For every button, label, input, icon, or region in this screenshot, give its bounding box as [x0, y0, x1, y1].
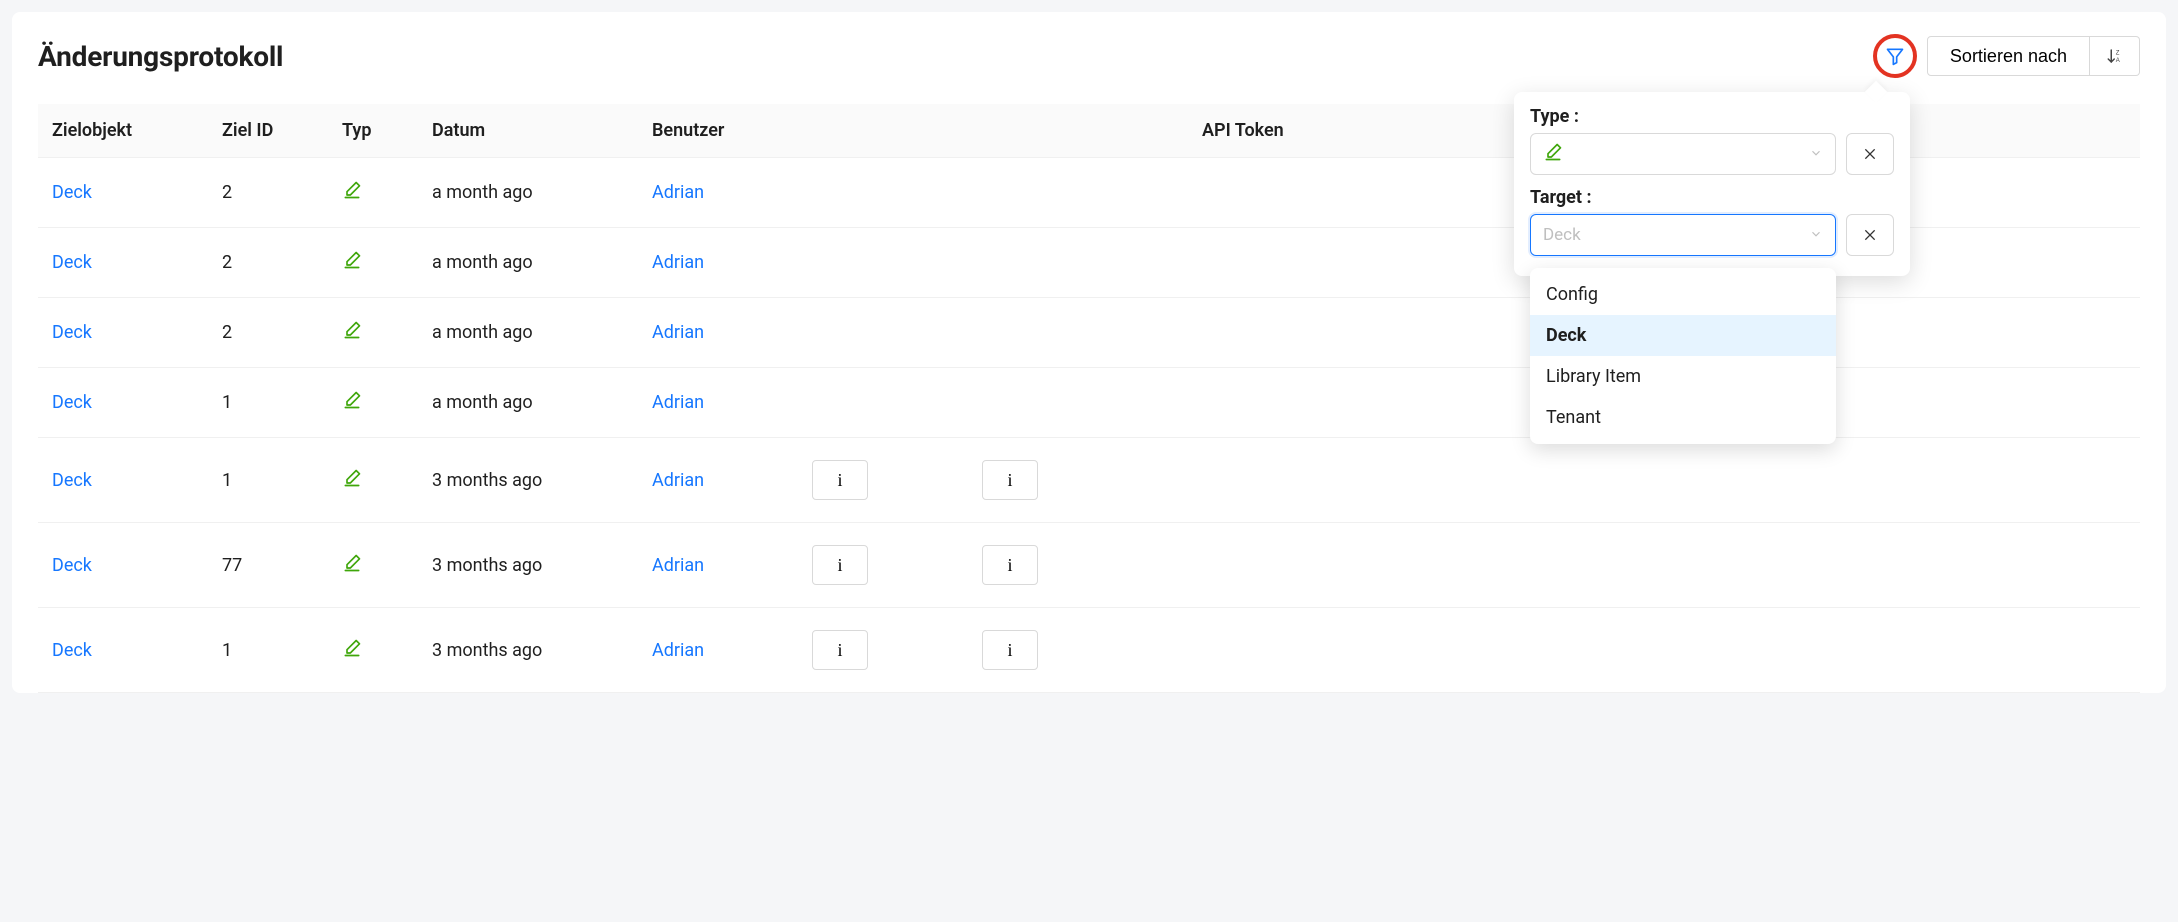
edit-icon: [342, 250, 362, 270]
target-link[interactable]: Deck: [52, 392, 92, 413]
info-button[interactable]: i: [982, 545, 1038, 585]
close-icon: [1862, 227, 1878, 243]
info-button[interactable]: i: [812, 460, 868, 500]
close-icon: [1862, 146, 1878, 162]
filter-target-label: Target :: [1530, 187, 1894, 208]
panel-header: Änderungsprotokoll Sortieren nach Z A: [38, 34, 2140, 78]
type-cell: [328, 228, 418, 298]
chevron-down-icon: [1809, 226, 1823, 245]
type-cell: [328, 298, 418, 368]
target-id-cell: 2: [208, 158, 328, 228]
page-title: Änderungsprotokoll: [38, 40, 283, 73]
dropdown-option[interactable]: Tenant: [1530, 397, 1836, 438]
filter-type-label: Type :: [1530, 106, 1894, 127]
target-id-cell: 1: [208, 368, 328, 438]
edit-icon: [1543, 142, 1563, 162]
api-token-cell: [1188, 438, 2140, 523]
user-link[interactable]: Adrian: [652, 252, 704, 273]
target-link[interactable]: Deck: [52, 322, 92, 343]
type-cell: [328, 368, 418, 438]
user-link[interactable]: Adrian: [652, 322, 704, 343]
type-cell: [328, 158, 418, 228]
clear-type-button[interactable]: [1846, 133, 1894, 175]
target-id-cell: 1: [208, 438, 328, 523]
date-cell: a month ago: [418, 298, 638, 368]
table-row: Deck 77 3 months ago Adrian i i: [38, 523, 2140, 608]
changelog-panel: Änderungsprotokoll Sortieren nach Z A Zi: [12, 12, 2166, 693]
clear-target-button[interactable]: [1846, 214, 1894, 256]
info-button[interactable]: i: [982, 630, 1038, 670]
dropdown-option[interactable]: Config: [1530, 274, 1836, 315]
type-cell: [328, 608, 418, 693]
api-token-cell: [1188, 608, 2140, 693]
info-button[interactable]: i: [812, 630, 868, 670]
target-select[interactable]: Deck: [1530, 214, 1836, 256]
date-cell: 3 months ago: [418, 438, 638, 523]
target-link[interactable]: Deck: [52, 252, 92, 273]
date-cell: 3 months ago: [418, 608, 638, 693]
col-info2: [968, 104, 1188, 158]
target-id-cell: 1: [208, 608, 328, 693]
edit-icon: [342, 180, 362, 200]
col-date: Datum: [418, 104, 638, 158]
target-select-placeholder: Deck: [1543, 225, 1581, 245]
api-token-cell: [1188, 523, 2140, 608]
col-target-id: Ziel ID: [208, 104, 328, 158]
col-info1: [798, 104, 968, 158]
target-link[interactable]: Deck: [52, 640, 92, 661]
edit-icon: [342, 553, 362, 573]
date-cell: a month ago: [418, 368, 638, 438]
table-row: Deck 1 3 months ago Adrian i i: [38, 608, 2140, 693]
filter-popup: Type : Target : Deck: [1514, 92, 1910, 276]
user-link[interactable]: Adrian: [652, 640, 704, 661]
dropdown-option[interactable]: Library Item: [1530, 356, 1836, 397]
info-button[interactable]: i: [982, 460, 1038, 500]
table-row: Deck 1 3 months ago Adrian i i: [38, 438, 2140, 523]
type-select-value: [1543, 142, 1563, 166]
edit-icon: [342, 390, 362, 410]
edit-icon: [342, 638, 362, 658]
filter-target-row: Deck: [1530, 214, 1894, 256]
filter-button[interactable]: [1873, 34, 1917, 78]
date-cell: a month ago: [418, 228, 638, 298]
sort-desc-icon: Z A: [2106, 47, 2124, 65]
col-user: Benutzer: [638, 104, 798, 158]
header-actions: Sortieren nach Z A: [1873, 34, 2140, 78]
date-cell: 3 months ago: [418, 523, 638, 608]
target-id-cell: 2: [208, 298, 328, 368]
chevron-down-icon: [1809, 145, 1823, 164]
target-id-cell: 77: [208, 523, 328, 608]
type-cell: [328, 523, 418, 608]
type-select[interactable]: [1530, 133, 1836, 175]
target-dropdown: ConfigDeckLibrary ItemTenant: [1530, 268, 1836, 444]
svg-text:A: A: [2115, 58, 2119, 64]
dropdown-option[interactable]: Deck: [1530, 315, 1836, 356]
type-cell: [328, 438, 418, 523]
info-button[interactable]: i: [812, 545, 868, 585]
user-link[interactable]: Adrian: [652, 555, 704, 576]
edit-icon: [342, 468, 362, 488]
target-id-cell: 2: [208, 228, 328, 298]
user-link[interactable]: Adrian: [652, 182, 704, 203]
filter-icon: [1885, 46, 1905, 66]
target-link[interactable]: Deck: [52, 182, 92, 203]
filter-type-row: [1530, 133, 1894, 175]
user-link[interactable]: Adrian: [652, 392, 704, 413]
date-cell: a month ago: [418, 158, 638, 228]
target-link[interactable]: Deck: [52, 470, 92, 491]
sort-direction-button[interactable]: Z A: [2090, 36, 2140, 76]
user-link[interactable]: Adrian: [652, 470, 704, 491]
sort-button[interactable]: Sortieren nach: [1927, 36, 2090, 76]
svg-text:Z: Z: [2115, 51, 2119, 57]
edit-icon: [342, 320, 362, 340]
target-link[interactable]: Deck: [52, 555, 92, 576]
col-target: Zielobjekt: [38, 104, 208, 158]
col-type: Typ: [328, 104, 418, 158]
